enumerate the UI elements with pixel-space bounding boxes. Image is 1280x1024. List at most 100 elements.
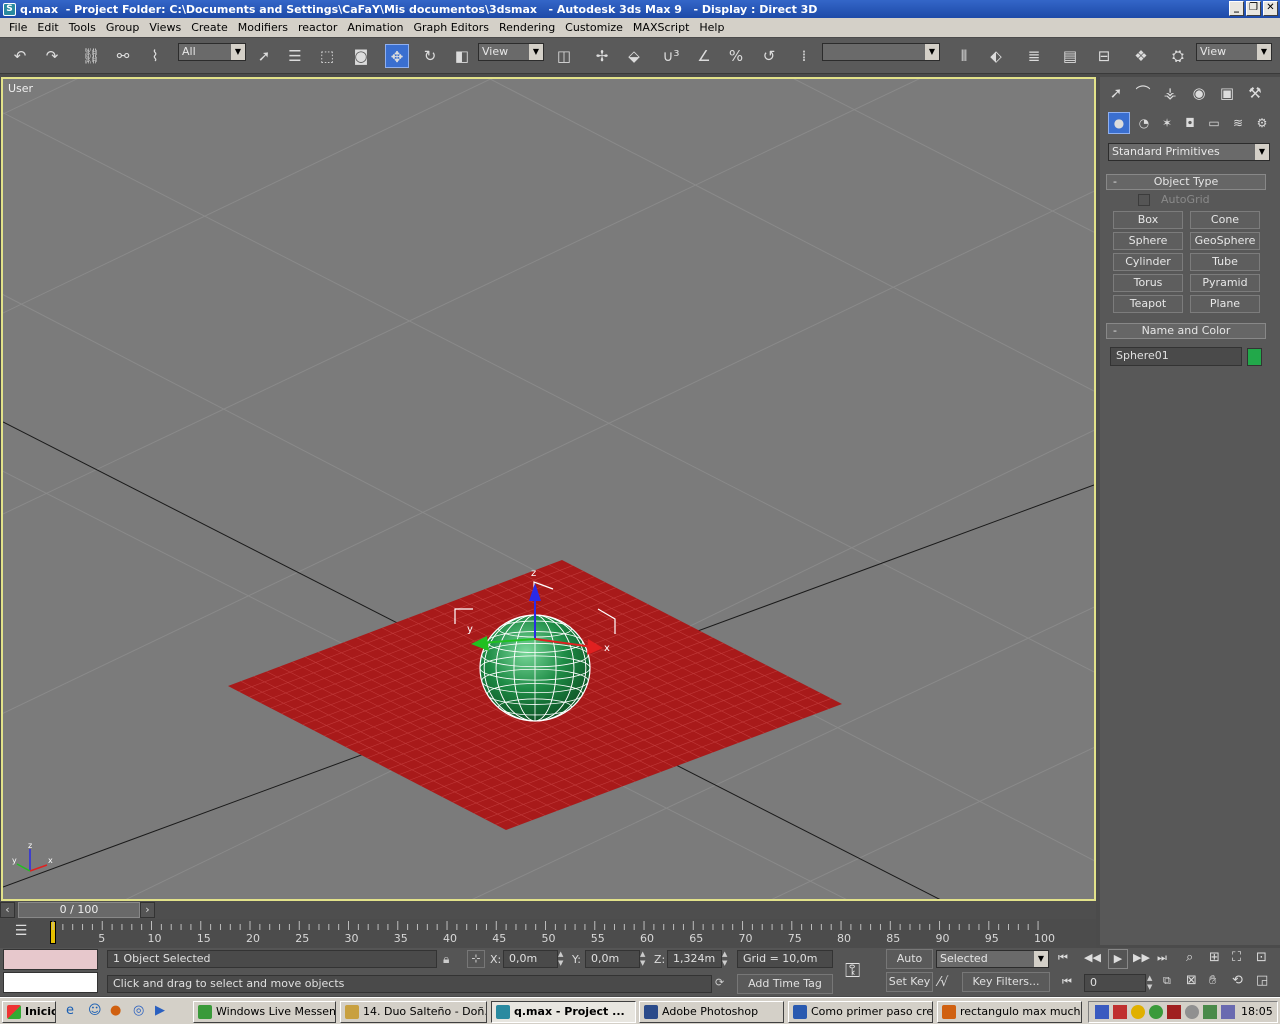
scale-icon[interactable]: ◧ <box>450 44 474 68</box>
pan-icon[interactable]: ✋︎ <box>1209 973 1216 988</box>
rotate-icon[interactable]: ↻ <box>418 44 442 68</box>
cameras-icon[interactable]: ◘ <box>1179 112 1201 134</box>
prev-frame-arrow-icon[interactable]: ‹ <box>0 902 15 918</box>
task-photoshop[interactable]: Adobe Photoshop <box>639 1001 784 1023</box>
cylinder-button[interactable]: Cylinder <box>1113 253 1183 271</box>
menu-rendering[interactable]: Rendering <box>494 21 560 34</box>
frame-display[interactable]: 0 / 100 <box>18 902 140 918</box>
geosphere-button[interactable]: GeoSphere <box>1190 232 1260 250</box>
tangent-type-icon[interactable]: ⁄√ <box>938 975 948 990</box>
lock-selection-icon[interactable]: 🔒︎ <box>443 952 449 967</box>
key-mode-dropdown[interactable]: Selected ▼ <box>936 950 1049 968</box>
mini-curve-editor-icon[interactable]: ☰ <box>8 923 34 943</box>
torus-button[interactable]: Torus <box>1113 274 1183 292</box>
menu-graph-editors[interactable]: Graph Editors <box>408 21 494 34</box>
task-music[interactable]: 14. Duo Salteño - Doñ... <box>340 1001 487 1023</box>
teapot-button[interactable]: Teapot <box>1113 295 1183 313</box>
zoom-extents-all-icon[interactable]: ⊡ <box>1256 950 1267 965</box>
task-messenger[interactable]: Windows Live Messen... <box>193 1001 336 1023</box>
tube-button[interactable]: Tube <box>1190 253 1260 271</box>
menu-create[interactable]: Create <box>186 21 233 34</box>
time-config-icon[interactable]: ⧉ <box>1163 974 1171 988</box>
snaps-toggle-icon[interactable]: ∪³ <box>659 44 683 68</box>
auto-key-button[interactable]: Auto Key <box>886 949 933 983</box>
angle-snap-icon[interactable]: ∠ <box>692 44 716 68</box>
y-spinner-icon[interactable]: ▲ ▼ <box>640 950 650 968</box>
z-coordinate-input[interactable]: 1,324m <box>667 950 722 968</box>
close-button[interactable]: ✕ <box>1263 1 1278 16</box>
y-coordinate-input[interactable]: 0,0m <box>585 950 640 968</box>
messenger-quick-icon[interactable]: ☺︎ <box>88 1003 102 1018</box>
undo-icon[interactable]: ↶ <box>8 44 32 68</box>
network-icon[interactable] <box>1095 1005 1109 1019</box>
task-firefox[interactable]: rectangulo max much... <box>937 1001 1082 1023</box>
primitive-category-dropdown[interactable]: Standard Primitives ▼ <box>1108 143 1270 161</box>
render-view-dropdown[interactable]: View ▼ <box>1196 43 1272 61</box>
frame-spinner-icon[interactable]: ▲ ▼ <box>1147 974 1157 992</box>
messenger-tray-icon[interactable] <box>1149 1005 1163 1019</box>
task-3dsmax[interactable]: q.max - Project ... <box>491 1001 636 1023</box>
systems-icon[interactable]: ⚙ <box>1251 112 1273 134</box>
menu-customize[interactable]: Customize <box>560 21 628 34</box>
selection-region-icon[interactable]: ⬚ <box>315 44 339 68</box>
zoom-extents-icon[interactable]: ⛶ <box>1232 950 1241 965</box>
transform-mode-icon[interactable]: ⊹ <box>467 950 485 968</box>
cone-button[interactable]: Cone <box>1190 211 1260 229</box>
mirror-icon[interactable]: ⫴ <box>952 44 976 68</box>
select-by-name-icon[interactable]: ☰ <box>283 44 307 68</box>
volume-icon[interactable] <box>1185 1005 1199 1019</box>
play-icon[interactable]: ▶ <box>1108 949 1128 969</box>
window-crossing-icon[interactable]: ◙ <box>349 44 373 68</box>
hierarchy-tab-icon[interactable]: ⚶ <box>1158 81 1182 105</box>
set-key-button[interactable]: Set Key <box>886 972 933 992</box>
maximize-viewport-icon[interactable]: ◲ <box>1256 973 1268 988</box>
z-spinner-icon[interactable]: ▲ ▼ <box>722 950 732 968</box>
utilities-tab-icon[interactable]: ⚒ <box>1243 81 1267 105</box>
curve-editor-icon[interactable]: ▤ <box>1058 44 1082 68</box>
maxscript-listener-white[interactable] <box>3 972 98 993</box>
orbit-icon[interactable]: ⟲ <box>1232 973 1243 988</box>
next-frame-icon[interactable]: ▶▶ <box>1133 951 1150 964</box>
reference-coordinate-dropdown[interactable]: View ▼ <box>478 43 544 61</box>
firefox-icon[interactable]: ● <box>110 1003 121 1018</box>
current-frame-input[interactable]: 0 <box>1084 974 1146 992</box>
name-color-rollout-header[interactable]: - Name and Color <box>1106 323 1266 339</box>
start-button[interactable]: Inicio <box>2 1001 56 1023</box>
redo-icon[interactable]: ↷ <box>40 44 64 68</box>
geometry-icon[interactable]: ● <box>1108 112 1130 134</box>
select-manipulate-icon[interactable]: ✢ <box>590 44 614 68</box>
minimize-button[interactable]: _ <box>1229 1 1244 16</box>
prev-frame-icon[interactable]: ◀◀ <box>1084 951 1101 964</box>
edit-named-selection-icon[interactable]: ⁞ <box>792 44 816 68</box>
ie-icon[interactable]: e <box>66 1003 74 1018</box>
sphere-button[interactable]: Sphere <box>1113 232 1183 250</box>
menu-views[interactable]: Views <box>144 21 186 34</box>
menu-tools[interactable]: Tools <box>64 21 101 34</box>
key-filters-button[interactable]: Key Filters... <box>962 972 1050 992</box>
space-warps-icon[interactable]: ≋ <box>1227 112 1249 134</box>
object-color-swatch[interactable] <box>1247 348 1262 366</box>
update-icon[interactable] <box>1203 1005 1217 1019</box>
menu-maxscript[interactable]: MAXScript <box>628 21 694 34</box>
menu-animation[interactable]: Animation <box>342 21 408 34</box>
maxscript-listener-pink[interactable] <box>3 949 98 970</box>
restore-button[interactable]: ❐ <box>1246 1 1261 16</box>
media-player-icon[interactable]: ▶ <box>155 1003 165 1018</box>
menu-group[interactable]: Group <box>101 21 145 34</box>
field-of-view-icon[interactable]: ⊠ <box>1186 973 1197 988</box>
spinner-snap-icon[interactable]: ↺ <box>757 44 781 68</box>
percent-snap-icon[interactable]: % <box>724 44 748 68</box>
zoom-all-icon[interactable]: ⊞ <box>1209 950 1220 965</box>
layer-manager-icon[interactable]: ≣ <box>1022 44 1046 68</box>
track-bar[interactable]: ☰ 5 10 15 20 25 30 35 40 45 50 55 60 65 70 75 80 85 90 95 1… <box>0 919 1096 948</box>
create-tab-icon[interactable]: ➚ <box>1104 81 1128 105</box>
key-mode-toggle-icon[interactable]: ⏮ <box>1062 975 1072 989</box>
add-time-tag-button[interactable]: Add Time Tag <box>737 974 833 994</box>
named-selection-dropdown[interactable]: ▼ <box>822 43 940 61</box>
unlink-icon[interactable]: ⚯ <box>111 44 135 68</box>
shapes-icon[interactable]: ◔ <box>1133 112 1155 134</box>
move-icon[interactable]: ✥ <box>385 44 409 68</box>
perspective-viewport[interactable]: User z x y z x y <box>1 77 1096 901</box>
align-icon[interactable]: ⬖ <box>984 44 1008 68</box>
time-tag-icon[interactable]: ⟳ <box>715 976 724 989</box>
